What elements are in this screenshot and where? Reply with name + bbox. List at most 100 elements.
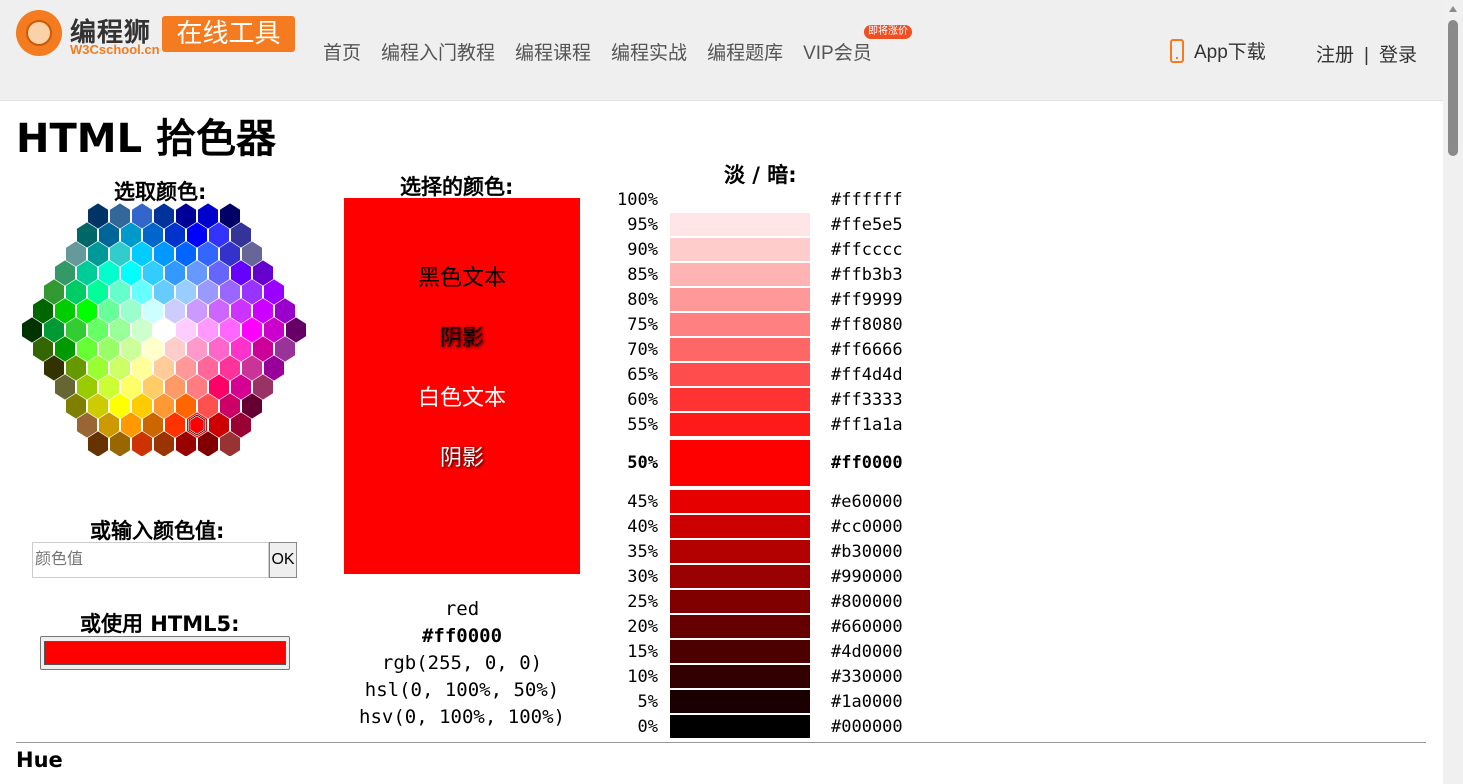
hex-color-cell[interactable] bbox=[33, 298, 53, 324]
hex-color-cell[interactable] bbox=[209, 336, 229, 362]
hex-color-cell[interactable] bbox=[99, 374, 119, 400]
login-link[interactable]: 登录 bbox=[1379, 45, 1417, 66]
shade-row[interactable]: 80% #ff9999 bbox=[610, 287, 930, 313]
hex-color-cell[interactable] bbox=[132, 355, 152, 381]
hex-color-cell[interactable] bbox=[176, 355, 196, 381]
hex-color-cell[interactable] bbox=[242, 317, 262, 343]
shade-swatch[interactable] bbox=[670, 188, 810, 211]
shade-swatch[interactable] bbox=[670, 263, 810, 286]
shade-swatch[interactable] bbox=[670, 615, 810, 638]
hex-color-cell[interactable] bbox=[176, 241, 196, 267]
hex-color-cell[interactable] bbox=[154, 279, 174, 305]
app-download-link[interactable]: App下载 bbox=[1170, 37, 1266, 64]
shade-row[interactable]: 10% #330000 bbox=[610, 664, 930, 690]
hex-color-cell[interactable] bbox=[88, 355, 108, 381]
register-link[interactable]: 注册 bbox=[1316, 45, 1354, 66]
hex-color-cell[interactable] bbox=[198, 241, 218, 267]
shade-row[interactable]: 45% #e60000 bbox=[610, 489, 930, 515]
hex-color-cell[interactable] bbox=[77, 412, 97, 438]
hex-color-cell[interactable] bbox=[66, 241, 86, 267]
hex-color-cell[interactable] bbox=[165, 336, 185, 362]
hex-color-cell[interactable] bbox=[110, 317, 130, 343]
hex-color-cell[interactable] bbox=[66, 279, 86, 305]
hex-color-cell[interactable] bbox=[209, 412, 229, 438]
hex-color-cell[interactable] bbox=[99, 298, 119, 324]
hex-color-cell[interactable] bbox=[99, 412, 119, 438]
hex-color-cell[interactable] bbox=[187, 222, 207, 248]
hex-color-cell[interactable] bbox=[132, 279, 152, 305]
hex-color-cell[interactable] bbox=[231, 336, 251, 362]
hex-color-cell[interactable] bbox=[176, 203, 196, 229]
hex-color-cell[interactable] bbox=[198, 317, 218, 343]
hex-color-cell[interactable] bbox=[77, 298, 97, 324]
hex-color-cell[interactable] bbox=[176, 279, 196, 305]
scrollbar-thumb[interactable] bbox=[1448, 20, 1458, 156]
shade-swatch[interactable] bbox=[670, 388, 810, 411]
shade-row[interactable]: 0% #000000 bbox=[610, 714, 930, 740]
hex-color-cell[interactable] bbox=[154, 355, 174, 381]
hex-color-cell[interactable] bbox=[110, 203, 130, 229]
shade-row[interactable]: 95% #ffe5e5 bbox=[610, 212, 930, 238]
hex-color-cell[interactable] bbox=[165, 374, 185, 400]
shade-swatch[interactable] bbox=[670, 338, 810, 361]
hex-color-cell[interactable] bbox=[253, 260, 273, 286]
hex-color-cell[interactable] bbox=[99, 260, 119, 286]
hex-color-cell[interactable] bbox=[165, 222, 185, 248]
shade-row[interactable]: 55% #ff1a1a bbox=[610, 412, 930, 438]
hex-color-cell[interactable] bbox=[231, 260, 251, 286]
hex-color-cell[interactable] bbox=[286, 317, 306, 343]
hex-color-cell[interactable] bbox=[121, 336, 141, 362]
hex-color-cell[interactable] bbox=[198, 355, 218, 381]
hex-color-cell[interactable] bbox=[143, 260, 163, 286]
shade-swatch[interactable] bbox=[670, 515, 810, 538]
hex-color-cell[interactable] bbox=[121, 412, 141, 438]
hex-color-cell[interactable] bbox=[264, 317, 284, 343]
hex-color-cell[interactable] bbox=[77, 374, 97, 400]
hex-color-cell[interactable] bbox=[121, 374, 141, 400]
hex-color-cell[interactable] bbox=[220, 355, 240, 381]
shade-swatch[interactable] bbox=[670, 288, 810, 311]
shade-swatch[interactable] bbox=[670, 313, 810, 336]
hex-color-cell[interactable] bbox=[187, 260, 207, 286]
shade-row[interactable]: 75% #ff8080 bbox=[610, 312, 930, 338]
hex-color-cell[interactable] bbox=[132, 203, 152, 229]
shade-row[interactable]: 15% #4d0000 bbox=[610, 639, 930, 665]
hex-color-cell[interactable] bbox=[99, 336, 119, 362]
hex-color-cell[interactable] bbox=[209, 298, 229, 324]
hex-color-cell[interactable] bbox=[55, 336, 75, 362]
hex-color-cell[interactable] bbox=[231, 412, 251, 438]
hex-color-cell[interactable] bbox=[198, 431, 218, 456]
shade-row[interactable]: 20% #660000 bbox=[610, 614, 930, 640]
hex-color-cell[interactable] bbox=[154, 317, 174, 343]
hex-color-cell[interactable] bbox=[187, 298, 207, 324]
shade-swatch[interactable] bbox=[670, 490, 810, 513]
shade-row[interactable]: 30% #990000 bbox=[610, 564, 930, 590]
shade-swatch[interactable] bbox=[670, 363, 810, 386]
shade-row[interactable]: 40% #cc0000 bbox=[610, 514, 930, 540]
hex-color-cell[interactable] bbox=[220, 203, 240, 229]
hex-color-cell[interactable] bbox=[242, 279, 262, 305]
hex-color-cell[interactable] bbox=[231, 298, 251, 324]
shade-row[interactable]: 35% #b30000 bbox=[610, 539, 930, 565]
shade-swatch[interactable] bbox=[670, 665, 810, 688]
hex-color-cell[interactable] bbox=[55, 374, 75, 400]
hex-color-cell[interactable] bbox=[198, 203, 218, 229]
shade-row[interactable]: 100% #ffffff bbox=[610, 187, 930, 213]
hex-color-cell[interactable] bbox=[132, 431, 152, 456]
shade-swatch[interactable] bbox=[670, 238, 810, 261]
page-scrollbar[interactable] bbox=[1443, 0, 1463, 784]
hex-color-cell[interactable] bbox=[275, 298, 295, 324]
hex-color-cell[interactable] bbox=[143, 412, 163, 438]
ok-button[interactable]: OK bbox=[269, 542, 297, 578]
hex-color-cell[interactable] bbox=[165, 298, 185, 324]
shade-row[interactable]: 5% #1a0000 bbox=[610, 689, 930, 715]
shade-swatch[interactable] bbox=[670, 565, 810, 588]
hex-color-cell[interactable] bbox=[209, 374, 229, 400]
shade-row[interactable]: 25% #800000 bbox=[610, 589, 930, 615]
hex-color-cell[interactable] bbox=[253, 374, 273, 400]
hex-color-cell[interactable] bbox=[154, 203, 174, 229]
hex-color-cell[interactable] bbox=[176, 393, 196, 419]
shade-row[interactable]: 50% #ff0000 bbox=[610, 439, 930, 487]
shade-row[interactable]: 85% #ffb3b3 bbox=[610, 262, 930, 288]
hex-color-cell[interactable] bbox=[77, 260, 97, 286]
